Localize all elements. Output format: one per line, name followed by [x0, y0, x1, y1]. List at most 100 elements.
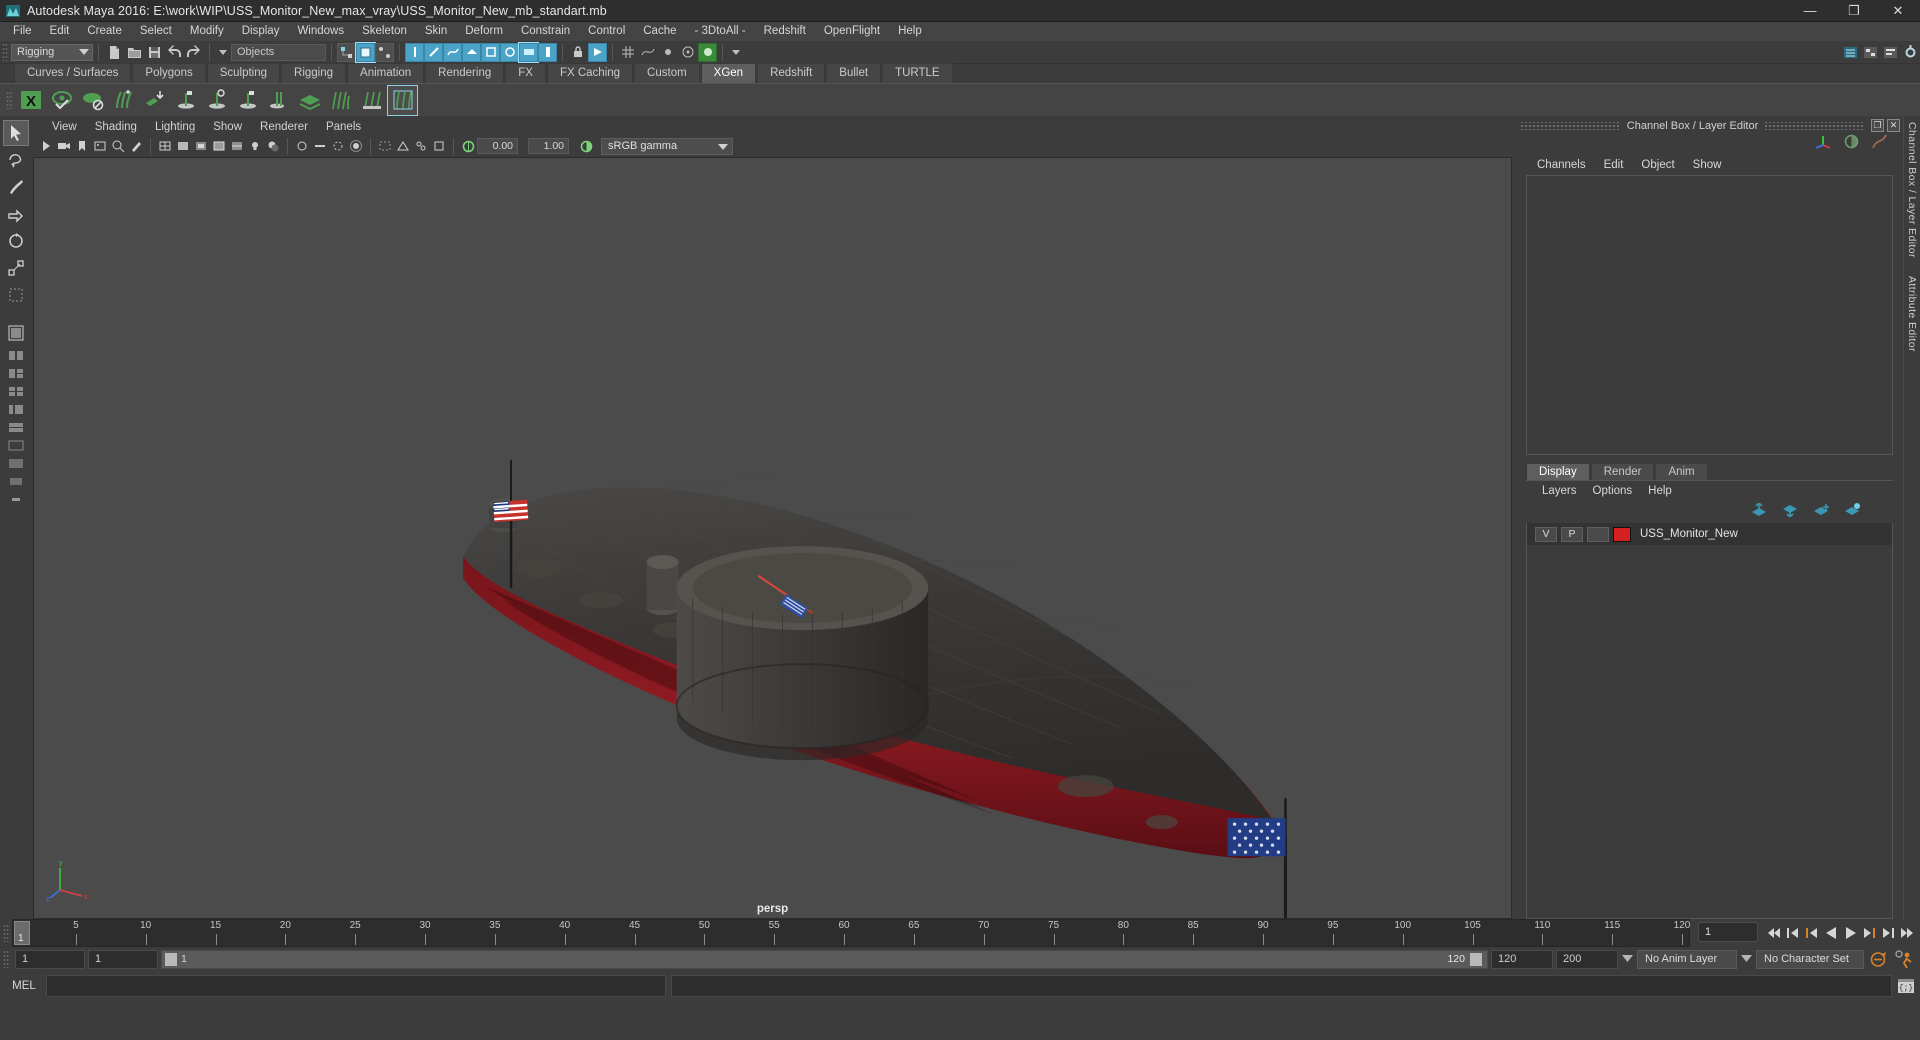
redo-button[interactable] [184, 42, 204, 62]
menu-select[interactable]: Select [131, 22, 181, 41]
toolbar-grip[interactable] [2, 43, 9, 61]
viewport-menu-view[interactable]: View [43, 120, 86, 134]
xgen-collection-icon[interactable] [295, 86, 324, 115]
ao-icon[interactable] [293, 137, 311, 155]
shelf-tab-bullet[interactable]: Bullet [826, 63, 882, 83]
new-layer-icon[interactable] [1813, 503, 1830, 522]
channel-menu-edit[interactable]: Edit [1595, 158, 1633, 172]
render-globals-button[interactable] [698, 42, 717, 62]
move-layer-down-icon[interactable] [1782, 503, 1799, 522]
animation-preferences-icon[interactable] [1892, 949, 1916, 969]
layer-row[interactable]: V P USS_Monitor_New [1527, 523, 1892, 545]
anim-layer-dropdown-arrow-icon[interactable] [1621, 950, 1634, 969]
minimize-button[interactable]: — [1788, 0, 1832, 22]
layer-color-swatch[interactable] [1613, 526, 1631, 542]
select-by-object-button[interactable] [355, 41, 376, 63]
exposure-icon[interactable] [459, 137, 477, 155]
time-slider[interactable]: 1 5 10 15 20 25 30 35 40 45 50 55 60 65 70 75 80 85 90 95 1… [12, 919, 1690, 947]
selection-mask-arrow-icon[interactable] [219, 49, 227, 55]
shelf-tab-fx-caching[interactable]: FX Caching [546, 63, 634, 83]
smooth-shade-all-icon[interactable] [174, 137, 192, 155]
wireframe-shading-icon[interactable] [156, 137, 174, 155]
undo-button[interactable] [164, 42, 184, 62]
xgen-add-description-icon[interactable] [171, 86, 200, 115]
layout-four-view-button[interactable] [3, 383, 29, 400]
lasso-select-tool[interactable] [3, 147, 29, 173]
viewport-menu-renderer[interactable]: Renderer [251, 120, 317, 134]
auto-keyframe-toggle-icon[interactable] [1867, 950, 1889, 969]
viewport-menu-lighting[interactable]: Lighting [146, 120, 204, 134]
lock-selection-button[interactable] [568, 42, 588, 62]
open-attribute-editor-button[interactable] [1880, 42, 1900, 62]
layout-more-button[interactable] [3, 437, 29, 454]
menu-create[interactable]: Create [78, 22, 131, 41]
motion-blur-icon[interactable] [311, 137, 329, 155]
menu-display[interactable]: Display [233, 22, 289, 41]
open-hypergraph-button[interactable] [1860, 42, 1880, 62]
textured-icon[interactable] [228, 137, 246, 155]
color-management-icon[interactable] [577, 137, 595, 155]
menu-help[interactable]: Help [889, 22, 931, 41]
xgen-add-spline-icon[interactable] [202, 86, 231, 115]
xgen-density-icon[interactable] [326, 86, 355, 115]
menu-deform[interactable]: Deform [456, 22, 512, 41]
layer-list[interactable]: V P USS_Monitor_New [1526, 523, 1893, 919]
go-to-start-button[interactable] [1765, 922, 1783, 944]
step-back-keyframe-button[interactable] [1784, 922, 1802, 944]
mask-surfaces-button[interactable] [462, 42, 481, 62]
snap-curve-button[interactable] [638, 42, 658, 62]
menu-set-selector[interactable]: Rigging [11, 43, 93, 61]
layout-saved-a-button[interactable] [3, 455, 29, 472]
move-layer-up-icon[interactable] [1751, 501, 1768, 522]
time-slider-grip[interactable] [3, 924, 10, 942]
xray-active-components-icon[interactable] [430, 137, 448, 155]
layer-visibility-toggle[interactable]: V [1535, 526, 1557, 542]
menu-file[interactable]: File [4, 22, 41, 41]
menu-redshift[interactable]: Redshift [755, 22, 815, 41]
menu-modify[interactable]: Modify [181, 22, 233, 41]
range-right-handle[interactable] [1470, 952, 1482, 966]
viewport-menu-panels[interactable]: Panels [317, 120, 370, 134]
command-response-field[interactable] [671, 975, 1892, 997]
mask-rendering-button[interactable] [518, 41, 539, 63]
panel-drag-dots[interactable] [1764, 121, 1865, 130]
layer-tab-anim[interactable]: Anim [1655, 463, 1708, 480]
layer-name[interactable]: USS_Monitor_New [1640, 528, 1738, 540]
xgen-region-icon[interactable] [357, 86, 386, 115]
bookmark-icon[interactable] [73, 137, 91, 155]
range-start-time-field[interactable]: 1 [88, 949, 158, 969]
menu-skeleton[interactable]: Skeleton [353, 22, 416, 41]
select-tool[interactable] [2, 120, 29, 146]
paint-select-tool[interactable] [3, 174, 29, 200]
undock-panel-button[interactable]: ❐ [1871, 119, 1884, 132]
toolbar-overflow-arrow-icon[interactable] [732, 49, 740, 55]
xgen-guides-icon[interactable] [387, 84, 418, 116]
3d-viewport[interactable]: y x z persp [33, 156, 1512, 919]
close-panel-button[interactable]: ✕ [1887, 119, 1900, 132]
mask-curves-button[interactable] [443, 42, 462, 62]
channel-box-attribute-list[interactable] [1526, 175, 1893, 455]
shelf-grip[interactable] [6, 91, 13, 109]
highlight-selection-button[interactable] [588, 42, 607, 62]
viewport-menu-show[interactable]: Show [204, 120, 251, 134]
menu-control[interactable]: Control [579, 22, 634, 41]
new-scene-button[interactable] [104, 42, 124, 62]
layout-hypershade-button[interactable] [3, 419, 29, 436]
image-plane-icon[interactable] [91, 137, 109, 155]
smooth-shade-selected-icon[interactable] [192, 137, 210, 155]
go-to-end-button[interactable] [1898, 922, 1916, 944]
xgen-editor-icon[interactable]: X [16, 86, 45, 115]
close-button[interactable]: ✕ [1876, 0, 1920, 22]
xray-icon[interactable] [394, 137, 412, 155]
range-left-handle[interactable] [165, 952, 177, 966]
menu-3dtoall[interactable]: - 3DtoAll - [686, 22, 755, 41]
layout-two-pane-button[interactable] [3, 347, 29, 364]
xgen-add-card-icon[interactable] [264, 86, 293, 115]
panel-drag-dots[interactable] [1520, 121, 1621, 130]
two-d-pan-zoom-icon[interactable] [109, 137, 127, 155]
shelf-tab-custom[interactable]: Custom [634, 63, 700, 83]
camera-attributes-icon[interactable] [55, 137, 73, 155]
new-layer-from-selected-icon[interactable] [1844, 502, 1861, 522]
layer-menu-layers[interactable]: Layers [1534, 484, 1585, 498]
save-scene-button[interactable] [144, 42, 164, 62]
